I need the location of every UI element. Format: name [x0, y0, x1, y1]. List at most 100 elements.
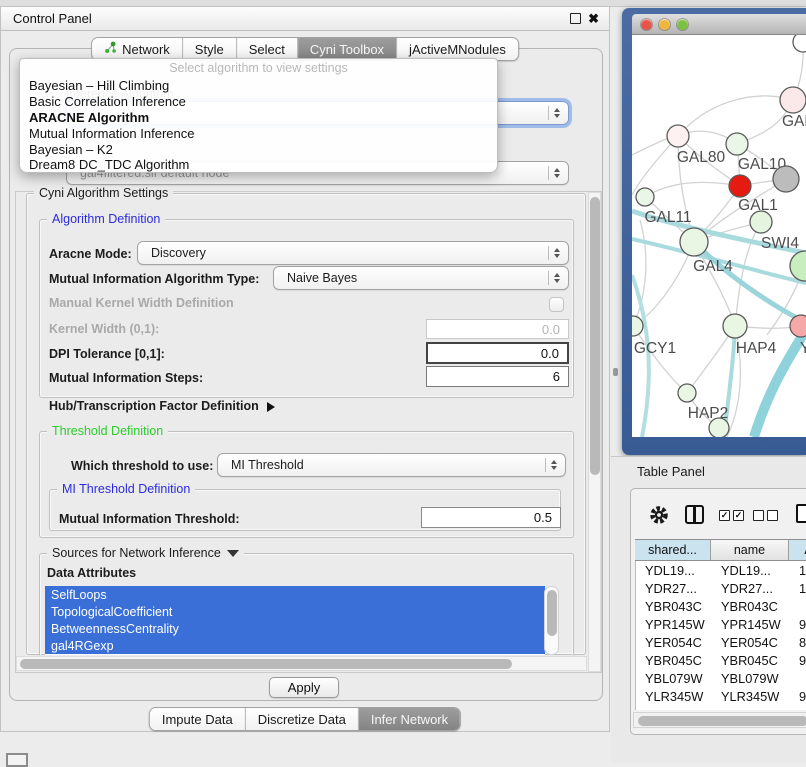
- expand-right-icon[interactable]: [267, 402, 275, 412]
- table-hscrollbar-thumb[interactable]: [638, 716, 806, 726]
- settings-hscrollbar[interactable]: [16, 656, 587, 671]
- network-node-swi4[interactable]: [750, 211, 772, 233]
- network-node-hap2[interactable]: [678, 384, 696, 402]
- create-column-icon[interactable]: [796, 504, 806, 523]
- tab-jactivemnodules-label: jActiveMNodules: [409, 42, 506, 57]
- dpi-tolerance-field[interactable]: 0.0: [426, 342, 569, 364]
- network-node-gal11[interactable]: [636, 188, 654, 206]
- column-header-shared[interactable]: shared...: [635, 539, 711, 561]
- table-row[interactable]: YBR043CYBR043C: [636, 597, 806, 615]
- table-cell: YBR043C: [636, 597, 712, 615]
- table-row[interactable]: YPR145WYPR145W9.: [636, 615, 806, 633]
- bottom-tab-infer-network[interactable]: Infer Network: [358, 708, 460, 730]
- zoom-button[interactable]: [677, 19, 688, 30]
- attributes-scrollbar[interactable]: [544, 586, 559, 655]
- table-row[interactable]: YER054CYER054C8.: [636, 633, 806, 651]
- column-header-name[interactable]: name: [711, 539, 789, 561]
- network-node-hap4[interactable]: [723, 314, 747, 338]
- table-cell: YLR345W: [712, 687, 790, 705]
- collapse-down-icon[interactable]: [227, 550, 239, 557]
- float-window-icon[interactable]: [570, 13, 581, 24]
- network-node-gal[interactable]: [780, 87, 806, 113]
- table-row[interactable]: YIL052CYIL052C9: [636, 705, 806, 710]
- algorithm-option-mutual-information-inference[interactable]: Mutual Information Inference: [20, 125, 497, 141]
- sources-group-title[interactable]: Sources for Network Inference: [47, 546, 244, 560]
- network-node-y[interactable]: [790, 315, 806, 337]
- network-node[interactable]: [773, 166, 799, 192]
- select-all-icon[interactable]: ✓ ✓: [719, 510, 744, 521]
- network-node[interactable]: [790, 251, 806, 281]
- network-node-gal10[interactable]: [726, 133, 748, 155]
- network-edge[interactable]: [633, 326, 687, 393]
- attribute-selfloops[interactable]: SelfLoops: [45, 586, 545, 603]
- manual-kernel-checkbox[interactable]: [549, 297, 564, 312]
- bottom-tab-discretize-data[interactable]: Discretize Data: [245, 708, 358, 730]
- network-graph[interactable]: GALGAL80GAL10GAL1GAL11SWI4GAL4GCY1HAP4YH…: [632, 35, 806, 437]
- hub-definition-toggle[interactable]: Hub/Transcription Factor Definition: [49, 399, 275, 413]
- network-window-titlebar[interactable]: [632, 14, 806, 35]
- table-header: shared...nameA: [635, 539, 806, 561]
- apply-button-label: Apply: [288, 680, 321, 695]
- kernel-width-field[interactable]: 0.0: [426, 319, 569, 339]
- network-canvas[interactable]: GALGAL80GAL10GAL1GAL11SWI4GAL4GCY1HAP4YH…: [632, 35, 806, 437]
- kernel-width-label: Kernel Width (0,1):: [49, 322, 159, 336]
- algorithm-option-dream8-dc-tdc-algorithm[interactable]: Dream8 DC_TDC Algorithm: [20, 157, 497, 173]
- settings-vscrollbar-thumb[interactable]: [590, 197, 600, 475]
- table-row[interactable]: YLR345WYLR345W9.: [636, 687, 806, 705]
- algorithm-option-aracne-algorithm[interactable]: ARACNE Algorithm: [20, 110, 497, 126]
- node-label-gal: GAL: [782, 113, 806, 130]
- threshold-definition-title: Threshold Definition: [47, 424, 168, 438]
- table-row[interactable]: YDR27...YDR27...12: [636, 579, 806, 597]
- network-node[interactable]: [793, 35, 806, 52]
- network-node-gal1[interactable]: [729, 175, 751, 197]
- split-view-icon[interactable]: [685, 505, 704, 524]
- attribute-betweennesscentrality[interactable]: BetweennessCentrality: [45, 620, 545, 637]
- network-edge[interactable]: [645, 182, 740, 197]
- tab-cyni-toolbox[interactable]: Cyni Toolbox: [297, 38, 396, 60]
- network-node-gal4[interactable]: [680, 228, 708, 256]
- table-row[interactable]: YBL079WYBL079W: [636, 669, 806, 687]
- bottom-tab-impute-data[interactable]: Impute Data: [150, 708, 245, 730]
- close-window-icon[interactable]: ✖: [588, 12, 599, 25]
- tab-jactivemnodules[interactable]: jActiveMNodules: [396, 38, 518, 60]
- network-edge[interactable]: [678, 96, 793, 136]
- data-attributes-list[interactable]: SelfLoopsTopologicalCoefficientBetweenne…: [45, 586, 545, 655]
- table-hscrollbar[interactable]: [633, 712, 806, 728]
- tab-style[interactable]: Style: [182, 38, 236, 60]
- algorithm-option-bayesian-hill-climbing[interactable]: Bayesian – Hill Climbing: [20, 78, 497, 94]
- mi-type-combo[interactable]: Naive Bayes: [273, 266, 569, 290]
- table-cell: YDR27...: [712, 579, 790, 597]
- aracne-mode-combo[interactable]: Discovery: [137, 241, 569, 265]
- algorithm-placeholder: Select algorithm to view settings: [20, 59, 497, 78]
- apply-button[interactable]: Apply: [269, 677, 339, 698]
- algorithm-option-basic-correlation-inference[interactable]: Basic Correlation Inference: [20, 94, 497, 110]
- splitter-grip[interactable]: [613, 368, 618, 376]
- network-node[interactable]: [709, 418, 729, 437]
- settings-vscrollbar[interactable]: [588, 192, 601, 672]
- table-cell: 9.: [790, 651, 806, 669]
- attribute-topologicalcoefficient[interactable]: TopologicalCoefficient: [45, 603, 545, 620]
- tab-select[interactable]: Select: [236, 38, 297, 60]
- column-header-a[interactable]: A: [789, 539, 806, 561]
- settings-gear-icon[interactable]: [649, 505, 669, 525]
- network-node-gal80[interactable]: [667, 125, 689, 147]
- deselect-all-icon[interactable]: [753, 510, 778, 521]
- mi-threshold-value: 0.5: [534, 510, 552, 525]
- algorithm-option-bayesian-k2[interactable]: Bayesian – K2: [20, 141, 497, 157]
- network-node-gcy1[interactable]: [632, 316, 643, 336]
- minimize-button[interactable]: [659, 19, 670, 30]
- close-button[interactable]: [641, 19, 652, 30]
- mi-threshold-field[interactable]: 0.5: [421, 507, 561, 528]
- which-threshold-combo[interactable]: MI Threshold: [217, 453, 566, 477]
- table-row[interactable]: YBR045CYBR045C9.: [636, 651, 806, 669]
- table-row[interactable]: YDL19...YDL19...13: [636, 561, 806, 579]
- attributes-scrollbar-thumb[interactable]: [547, 590, 557, 636]
- control-panel-titlebar[interactable]: Control Panel: [1, 7, 609, 31]
- tab-network[interactable]: Network: [92, 38, 182, 60]
- network-edge[interactable]: [694, 242, 806, 323]
- mi-steps-field[interactable]: 6: [426, 366, 569, 387]
- settings-hscrollbar-thumb[interactable]: [20, 659, 512, 669]
- minimized-panel-fragment[interactable]: [6, 753, 28, 767]
- attribute-gal4rgexp[interactable]: gal4RGexp: [45, 637, 545, 654]
- network-view-window[interactable]: GALGAL80GAL10GAL1GAL11SWI4GAL4GCY1HAP4YH…: [622, 8, 806, 455]
